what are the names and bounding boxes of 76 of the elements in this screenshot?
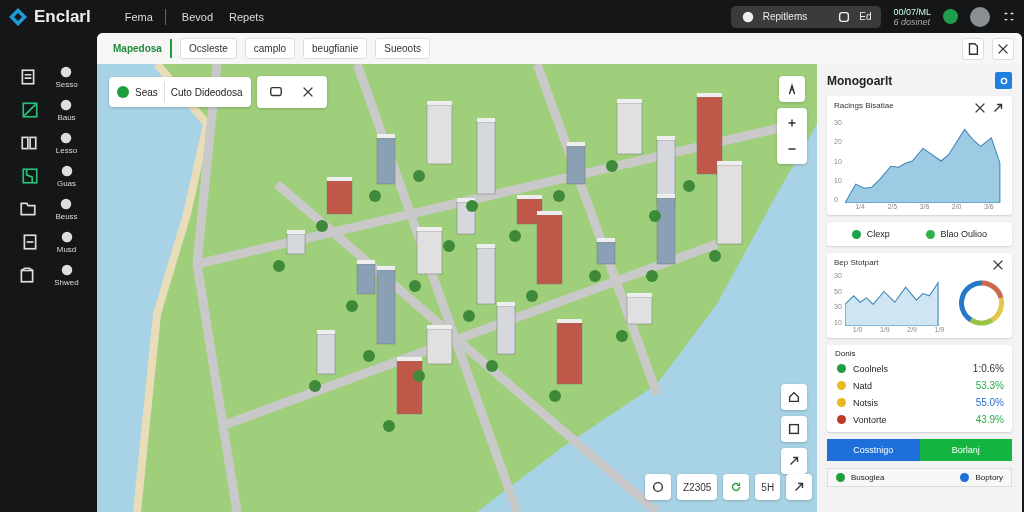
home-icon xyxy=(787,390,801,404)
status-count: Ed xyxy=(859,11,872,22)
locate-button[interactable] xyxy=(781,448,807,474)
settings-button[interactable] xyxy=(995,72,1012,89)
list-value: 55.0% xyxy=(975,397,1004,408)
pin-icon xyxy=(991,258,1005,272)
action-button[interactable]: Cosstnigo xyxy=(827,439,920,461)
avatar[interactable] xyxy=(970,6,990,27)
sidebar-icon[interactable] xyxy=(19,134,38,152)
status-dot-icon xyxy=(117,86,129,98)
badge-icon xyxy=(59,230,74,244)
badge-icon xyxy=(59,164,74,178)
sidebar-item[interactable]: Baus xyxy=(57,98,76,122)
list-label: Notsis xyxy=(853,397,878,408)
badge-icon xyxy=(59,131,74,145)
scale-button[interactable]: 5H xyxy=(755,474,781,500)
sidebar-icon[interactable] xyxy=(19,200,38,218)
list-value: 53.3% xyxy=(975,380,1004,391)
clock-time: 00/07/ML xyxy=(893,6,931,17)
share-button[interactable] xyxy=(786,474,813,500)
sidebar-icon[interactable] xyxy=(20,167,39,185)
layers-button[interactable] xyxy=(779,76,805,102)
app-name: Enclarl xyxy=(34,6,91,27)
tab[interactable]: beugfianie xyxy=(303,38,368,59)
square-icon xyxy=(837,9,852,24)
nav-link[interactable]: Repets xyxy=(229,10,264,23)
view-button[interactable] xyxy=(645,474,671,500)
nav-link[interactable]: Fema xyxy=(124,10,153,23)
list-label: Natd xyxy=(853,380,872,391)
donut-chart-drawing xyxy=(959,279,1005,326)
search-value: Cuto Dideodosa xyxy=(170,86,243,98)
badge-icon xyxy=(59,65,74,79)
footer-label: Boptory xyxy=(975,473,1003,482)
nav-link[interactable]: Bevod xyxy=(181,10,214,23)
list-value: 1:0.6% xyxy=(972,363,1004,374)
list-label: Vontorte xyxy=(853,414,887,425)
logo-icon xyxy=(8,6,28,27)
search-bar[interactable]: Seas Cuto Dideodosa xyxy=(109,77,251,107)
list-title: Donis xyxy=(834,349,857,360)
card-title: Bep Stotpart xyxy=(834,258,879,269)
tab[interactable]: camplo xyxy=(244,38,296,59)
chat-icon xyxy=(268,85,283,99)
sidebar-item[interactable]: Lesso xyxy=(55,131,78,155)
status-pill[interactable]: Repitlems Ed xyxy=(730,5,882,28)
close-button[interactable] xyxy=(992,37,1014,60)
note-icon xyxy=(787,422,801,436)
footer-label: Busoglea xyxy=(851,473,885,482)
chart-title: Racings Bisatiae xyxy=(834,101,894,112)
sidebar-item[interactable]: Sesso xyxy=(55,65,78,89)
list-label: Coolnels xyxy=(853,363,889,374)
zoom-level-button[interactable]: Z2305 xyxy=(677,474,718,500)
legend-label: Clexp xyxy=(866,229,890,239)
tab[interactable]: Ocsleste xyxy=(179,38,237,59)
pin-icon xyxy=(973,101,987,115)
document-icon xyxy=(966,41,980,56)
home-button[interactable] xyxy=(781,384,807,410)
badge-icon xyxy=(59,263,74,277)
clock-date: 6 dosinet xyxy=(893,16,931,27)
badge-icon xyxy=(59,98,74,112)
sidebar-icon[interactable] xyxy=(21,101,40,119)
export-button[interactable] xyxy=(962,37,984,60)
sidebar-item[interactable]: Guas xyxy=(56,164,77,188)
list-value: 43.9% xyxy=(975,414,1004,425)
sidebar-item[interactable]: Beuss xyxy=(55,197,78,221)
refresh-button[interactable] xyxy=(723,474,750,500)
sidebar-item[interactable]: Shwed xyxy=(54,263,79,287)
sidebar-item[interactable]: Musd xyxy=(56,230,77,254)
status-indicator xyxy=(943,9,958,24)
tab[interactable]: Mapedosa xyxy=(105,39,172,58)
tab[interactable]: Sueoots xyxy=(375,38,430,59)
search-status: Seas xyxy=(135,86,158,98)
panel-title: Monogoarlt xyxy=(827,73,893,88)
badge-icon xyxy=(59,197,74,211)
legend-label: Blao Oulioo xyxy=(940,229,988,239)
note-button[interactable] xyxy=(781,416,807,442)
status-label: Repitlems xyxy=(762,11,808,22)
